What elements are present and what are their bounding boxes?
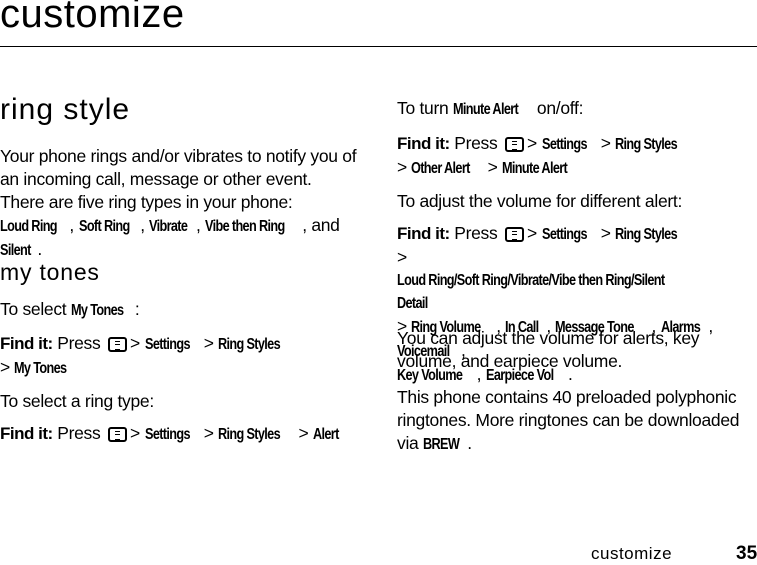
path-item: Ring Styles bbox=[218, 336, 281, 353]
minute-alert-text: To turn Minute Alert on/off: bbox=[397, 97, 583, 121]
path-item: Minute Alert bbox=[502, 160, 568, 177]
minute-prefix: To turn bbox=[397, 98, 449, 118]
section-heading-my-tones: my tones bbox=[0, 259, 100, 285]
ring-type: Soft Ring bbox=[78, 218, 130, 235]
find-it-ring-type: Find it: Press > Settings > Ring Styles … bbox=[0, 422, 380, 446]
find-it-label: Find it: bbox=[397, 224, 450, 243]
menu-key-icon bbox=[108, 427, 128, 442]
path-item: Settings bbox=[144, 426, 191, 443]
ring-style-intro: Your phone rings and/or vibrates to noti… bbox=[0, 145, 360, 262]
ring-type: Loud Ring bbox=[0, 218, 58, 235]
page-title: customize bbox=[0, 0, 185, 36]
press-text: Press bbox=[57, 423, 101, 443]
footer-section-name: customize bbox=[591, 544, 673, 563]
section-heading-ring-style: ring style bbox=[0, 93, 131, 126]
find-it-label: Find it: bbox=[397, 134, 450, 153]
header-rule bbox=[0, 46, 757, 47]
menu-key-icon bbox=[505, 137, 525, 152]
press-text: Press bbox=[454, 133, 498, 153]
press-text: Press bbox=[454, 223, 498, 243]
intro-text: Your phone rings and/or vibrates to noti… bbox=[0, 146, 357, 212]
select-ring-type-text: To select a ring type: bbox=[0, 391, 154, 411]
press-text: Press bbox=[57, 333, 101, 353]
menu-key-icon bbox=[108, 337, 128, 352]
ringtones-text: This phone contains 40 preloaded polypho… bbox=[397, 386, 757, 456]
menu-key-icon bbox=[505, 227, 525, 242]
minute-suffix: on/off: bbox=[536, 98, 584, 118]
find-it-minute-alert: Find it: Press > Settings > Ring Styles … bbox=[397, 132, 757, 180]
and-text: and bbox=[311, 215, 340, 235]
path-item: Alert bbox=[312, 426, 339, 443]
find-it-label: Find it: bbox=[0, 424, 53, 443]
select-item: My Tones bbox=[70, 302, 124, 319]
path-item: Settings bbox=[144, 336, 191, 353]
minute-item: Minute Alert bbox=[452, 101, 519, 118]
adjust-volume-text: To adjust the volume for different alert… bbox=[397, 191, 683, 211]
path-item: Settings bbox=[541, 136, 588, 153]
page-number: 35 bbox=[736, 543, 757, 564]
path-item: Settings bbox=[541, 226, 588, 243]
ring-type: Vibrate bbox=[149, 218, 188, 235]
find-it-label: Find it: bbox=[0, 334, 53, 353]
path-item: My Tones bbox=[14, 360, 67, 377]
path-item: Ring Styles bbox=[615, 226, 678, 243]
find-it-my-tones: Find it: Press > Settings > Ring Styles … bbox=[0, 332, 360, 380]
select-my-tones-text: To select My Tones: bbox=[0, 298, 140, 322]
path-item: Other Alert bbox=[411, 160, 471, 177]
brew-link: BREW bbox=[423, 436, 460, 453]
adjust-volume-note: You can adjust the volume for alerts, ke… bbox=[397, 328, 700, 371]
select-prefix: To select bbox=[0, 299, 67, 319]
path-item: Loud Ring/Soft Ring/Vibrate/Vibe then Ri… bbox=[397, 272, 665, 312]
path-item: Ring Styles bbox=[615, 136, 678, 153]
path-item: Ring Styles bbox=[218, 426, 281, 443]
ring-type: Vibe then Ring bbox=[205, 218, 285, 235]
